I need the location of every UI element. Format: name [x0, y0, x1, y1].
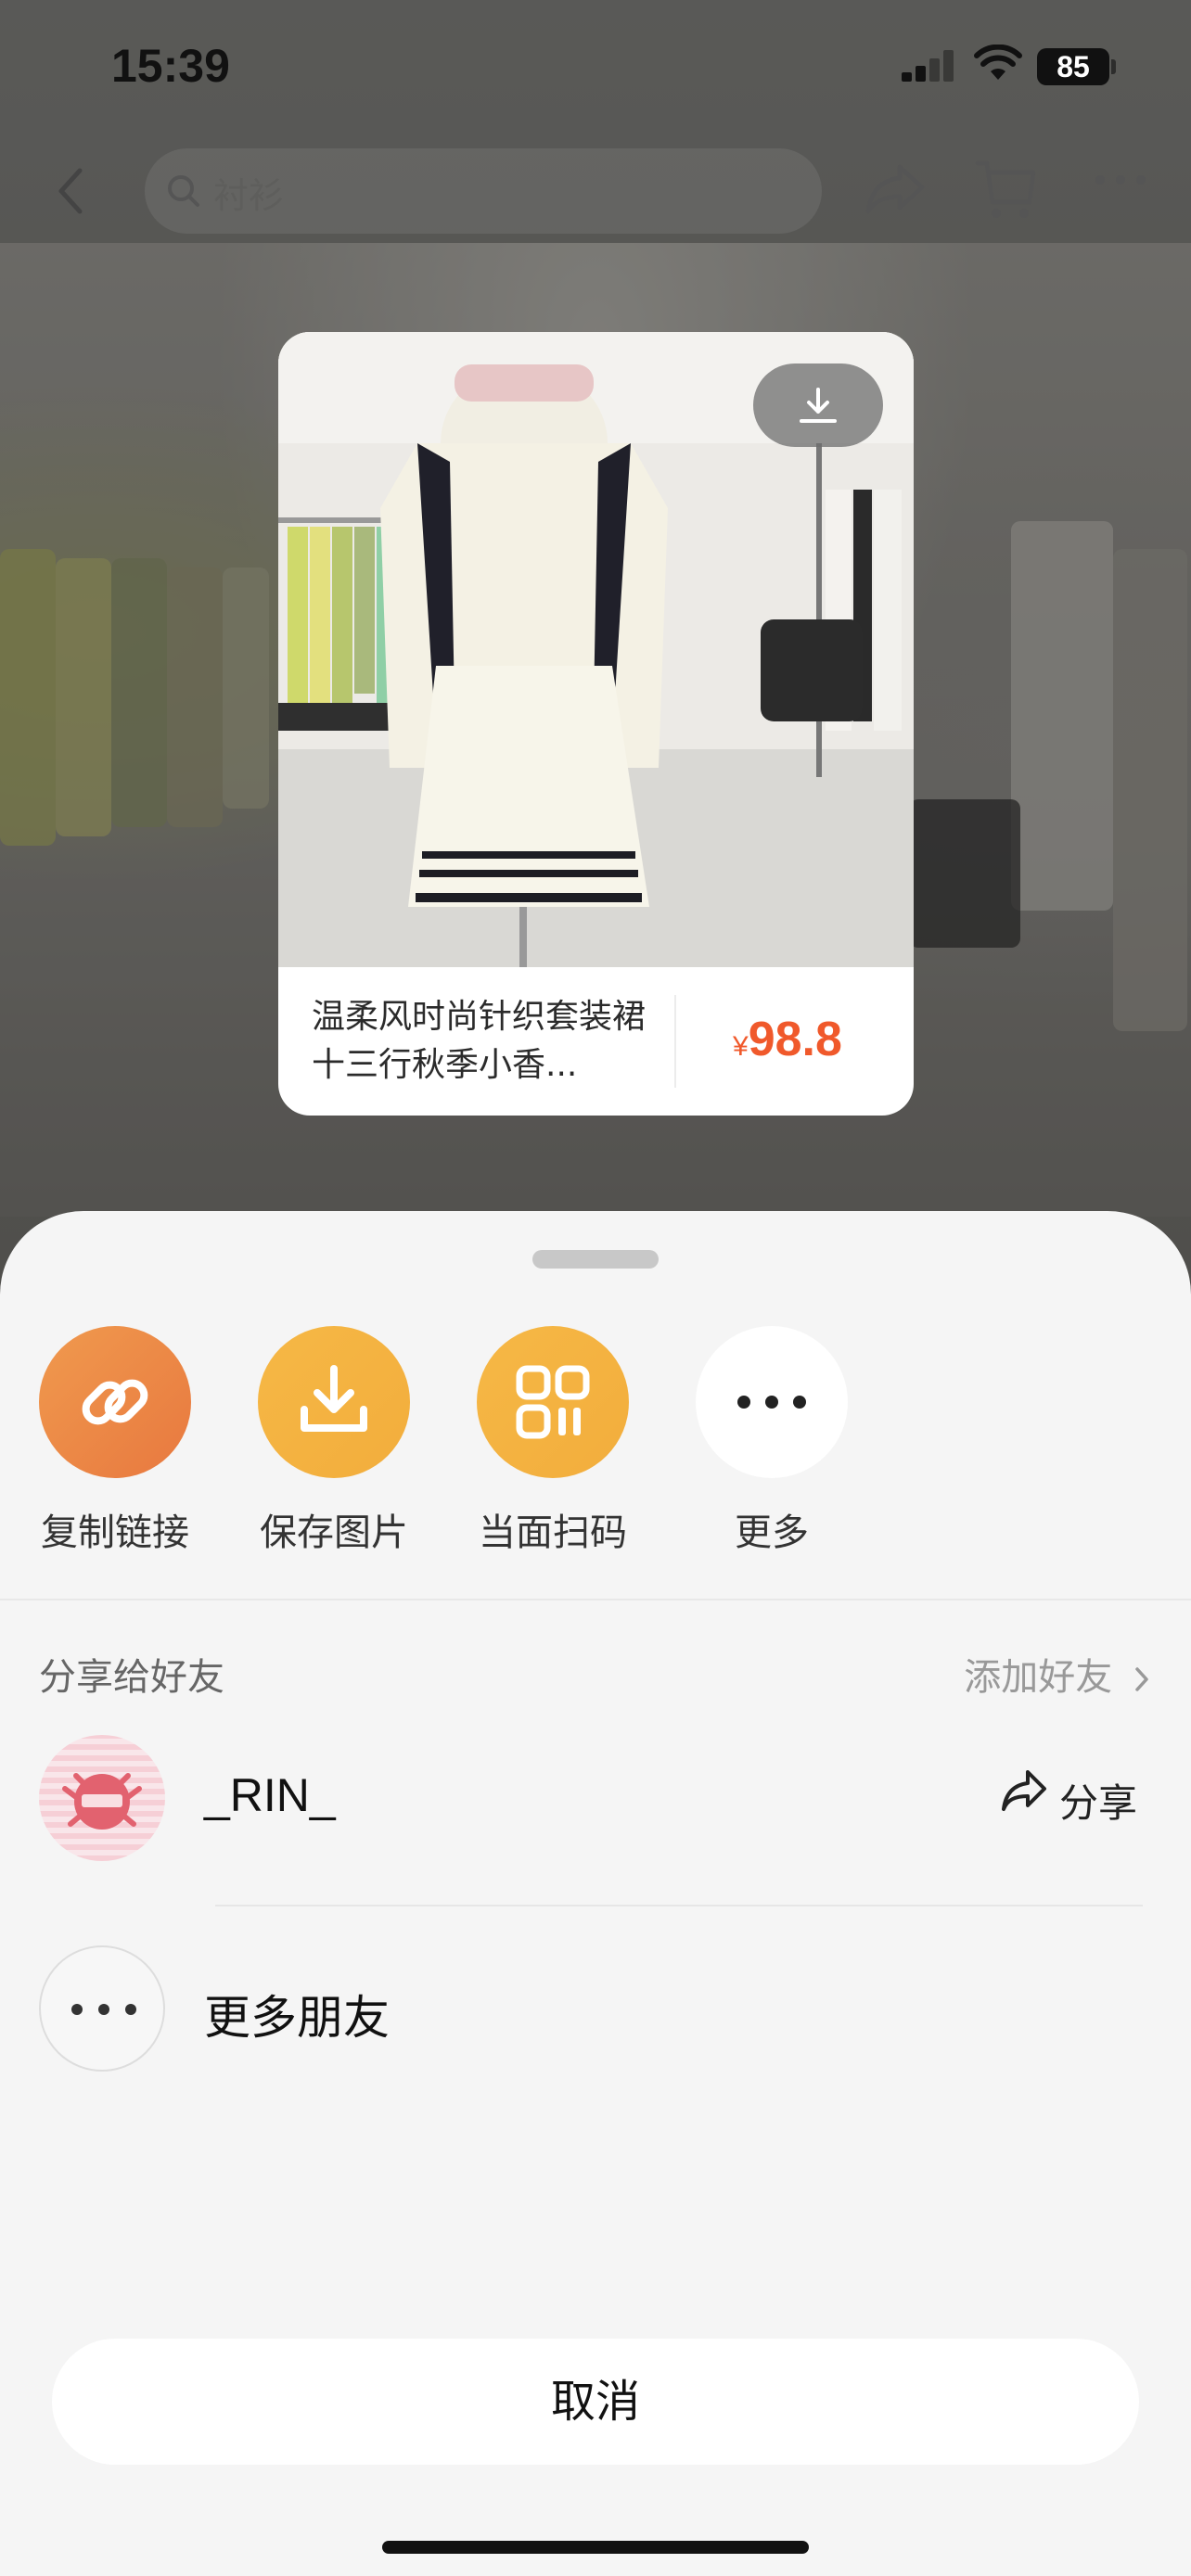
cellular-signal-icon: [902, 50, 955, 82]
copy-link-button[interactable]: 复制链接: [22, 1326, 208, 1556]
more-friends-label: 更多朋友: [204, 1991, 390, 2045]
section-divider: [0, 1599, 1191, 1600]
friend-name: _RIN_: [204, 1769, 336, 1821]
cart-icon[interactable]: [974, 156, 1039, 223]
search-placeholder: 衬衫: [213, 175, 285, 216]
more-friends-item[interactable]: 更多朋友: [0, 1945, 1191, 2075]
product-nav-bar: 衬衫: [0, 139, 1191, 243]
sheet-handle[interactable]: [532, 1250, 659, 1269]
share-icon: [1002, 1770, 1046, 1811]
download-image-button[interactable]: [753, 363, 883, 447]
add-friend-label: 添加好友: [964, 1656, 1113, 1699]
share-to-friend-button[interactable]: 分享: [1000, 1768, 1137, 1826]
price-value: 98.8: [748, 1013, 842, 1066]
friends-section-title: 分享给好友: [39, 1656, 224, 1699]
share-preview-card: 温柔风时尚针织套装裙十三行秋季小香... ¥98.8: [278, 332, 914, 1116]
back-icon[interactable]: [52, 163, 89, 219]
share-to-friend-label: 分享: [1059, 1780, 1138, 1826]
more-icon[interactable]: [1093, 172, 1148, 187]
battery-tip: [1111, 59, 1116, 74]
more-dots-icon: [39, 1945, 165, 2072]
more-actions-button[interactable]: 更多: [679, 1326, 864, 1556]
product-image: [278, 332, 914, 967]
price-currency: ¥: [733, 1031, 749, 1062]
more-dots-icon: [696, 1326, 848, 1478]
battery-icon: 85: [1037, 48, 1109, 85]
copy-link-label: 复制链接: [41, 1511, 189, 1554]
share-actions: 复制链接 保存图片 当面扫码 更多: [0, 1326, 1191, 1604]
more-actions-label: 更多: [735, 1511, 809, 1554]
card-divider: [674, 995, 676, 1088]
status-bar: 15:39 85: [0, 0, 1191, 139]
save-image-button[interactable]: 保存图片: [241, 1326, 427, 1556]
status-time: 15:39: [111, 40, 230, 92]
search-bar[interactable]: 衬衫: [145, 148, 822, 234]
product-title: 温柔风时尚针织套装裙十三行秋季小香...: [312, 998, 646, 1084]
scan-code-label: 当面扫码: [479, 1511, 627, 1554]
wifi-icon: [974, 45, 1022, 80]
add-friend-link[interactable]: 添加好友: [964, 1647, 1154, 1701]
share-icon[interactable]: [863, 161, 928, 217]
product-price: ¥98.8: [733, 1012, 842, 1067]
scan-code-button[interactable]: 当面扫码: [460, 1326, 646, 1556]
row-divider: [215, 1905, 1143, 1906]
friend-item[interactable]: _RIN_ 分享: [0, 1735, 1191, 1865]
qrcode-icon: [477, 1326, 629, 1478]
link-icon: [39, 1326, 191, 1478]
download-icon: [258, 1326, 410, 1478]
card-info: 温柔风时尚针织套装裙十三行秋季小香... ¥98.8: [278, 967, 914, 1116]
share-sheet: 复制链接 保存图片 当面扫码 更多 分享给好友 添加好友 _RIN_ 分享 更多…: [0, 1211, 1191, 2576]
avatar: [39, 1735, 165, 1861]
download-icon: [800, 388, 837, 423]
home-indicator[interactable]: [382, 2541, 809, 2554]
cancel-button[interactable]: 取消: [52, 2339, 1139, 2465]
save-image-label: 保存图片: [260, 1511, 408, 1554]
search-icon: [168, 175, 199, 207]
chevron-right-icon: [1135, 1667, 1148, 1691]
